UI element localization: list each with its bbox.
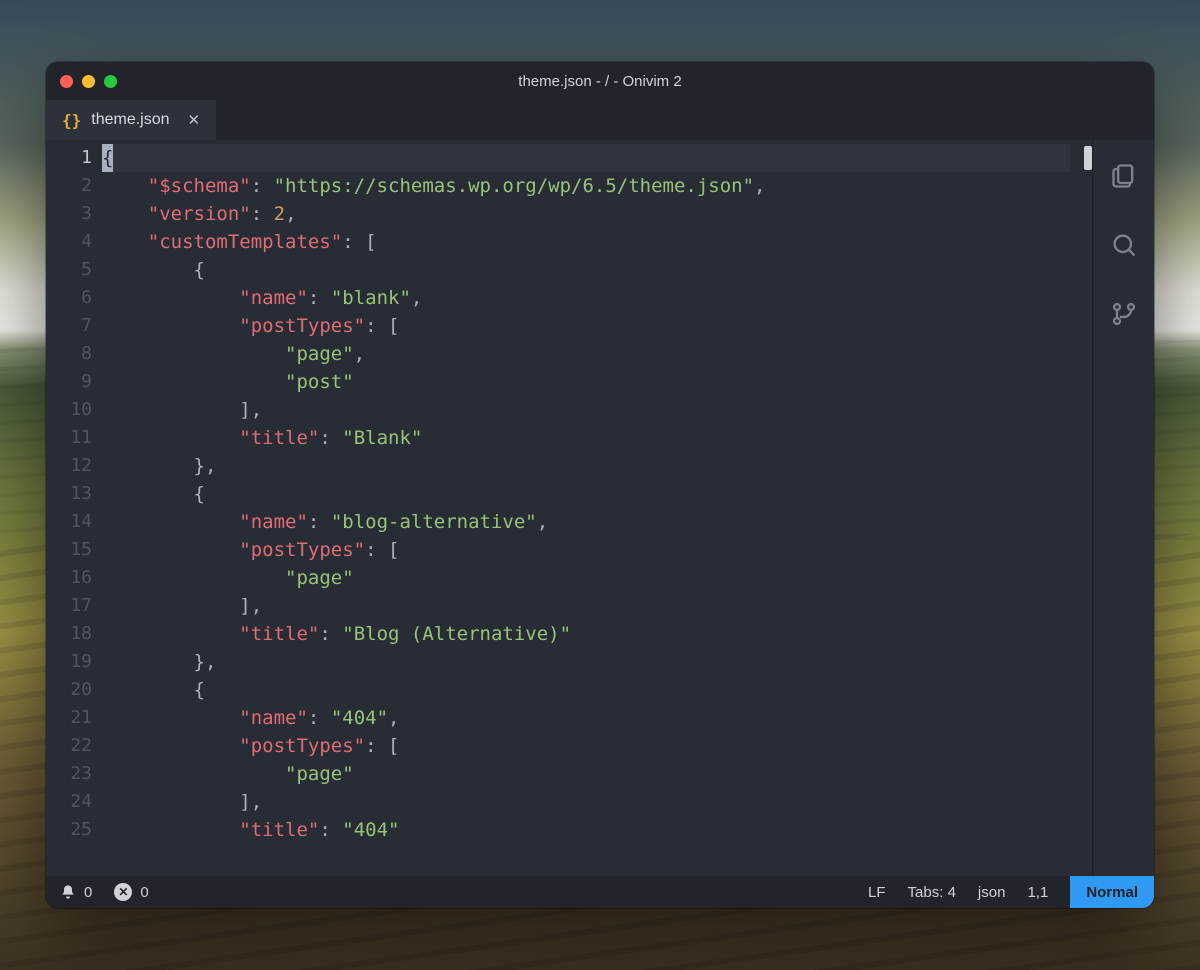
line-number: 12 xyxy=(46,452,92,480)
code-line[interactable]: "page", xyxy=(102,340,1070,368)
line-number: 19 xyxy=(46,648,92,676)
line-number: 21 xyxy=(46,704,92,732)
titlebar: theme.json - / - Onivim 2 xyxy=(46,62,1154,100)
line-number: 10 xyxy=(46,396,92,424)
code-editor[interactable]: { "$schema": "https://schemas.wp.org/wp/… xyxy=(102,140,1070,876)
code-line[interactable]: "title": "Blank" xyxy=(102,424,1070,452)
code-line[interactable]: "name": "blog-alternative", xyxy=(102,508,1070,536)
minimap[interactable] xyxy=(1070,140,1092,876)
notifications-indicator[interactable]: 0 xyxy=(60,884,92,901)
bell-icon xyxy=(60,884,76,900)
line-number: 22 xyxy=(46,732,92,760)
line-number: 6 xyxy=(46,284,92,312)
code-line[interactable]: "postTypes": [ xyxy=(102,732,1070,760)
line-number: 3 xyxy=(46,200,92,228)
line-number: 17 xyxy=(46,592,92,620)
close-icon[interactable] xyxy=(60,75,73,88)
eol-indicator[interactable]: LF xyxy=(868,884,886,901)
code-line[interactable]: ], xyxy=(102,592,1070,620)
tab-theme-json[interactable]: {} theme.json ✕ xyxy=(46,100,217,140)
tabs-indicator[interactable]: Tabs: 4 xyxy=(908,884,956,901)
code-line[interactable]: "title": "404" xyxy=(102,816,1070,844)
minimize-icon[interactable] xyxy=(82,75,95,88)
cursor: { xyxy=(102,144,113,172)
apps-icon[interactable] xyxy=(1110,369,1138,402)
git-branch-icon[interactable] xyxy=(1110,300,1138,333)
line-number: 16 xyxy=(46,564,92,592)
errors-indicator[interactable]: ✕ 0 xyxy=(114,883,148,901)
code-line[interactable]: ], xyxy=(102,788,1070,816)
search-icon[interactable] xyxy=(1110,231,1138,264)
tab-label: theme.json xyxy=(91,111,169,129)
minimap-thumb[interactable] xyxy=(1084,146,1092,170)
code-line[interactable]: }, xyxy=(102,452,1070,480)
cursor-position[interactable]: 1,1 xyxy=(1027,884,1048,901)
code-line[interactable]: "title": "Blog (Alternative)" xyxy=(102,620,1070,648)
maximize-icon[interactable] xyxy=(104,75,117,88)
code-line[interactable]: "name": "blank", xyxy=(102,284,1070,312)
code-line[interactable]: "name": "404", xyxy=(102,704,1070,732)
line-number: 2 xyxy=(46,172,92,200)
code-line[interactable]: "postTypes": [ xyxy=(102,312,1070,340)
close-tab-icon[interactable]: ✕ xyxy=(188,111,201,129)
code-line[interactable]: "page" xyxy=(102,564,1070,592)
code-line[interactable]: { xyxy=(102,144,1070,172)
code-line[interactable]: "post" xyxy=(102,368,1070,396)
editor-area[interactable]: 1234567891011121314151617181920212223242… xyxy=(46,140,1092,876)
code-line[interactable]: { xyxy=(102,676,1070,704)
line-number: 24 xyxy=(46,788,92,816)
line-number-gutter: 1234567891011121314151617181920212223242… xyxy=(46,140,102,876)
code-line[interactable]: { xyxy=(102,480,1070,508)
line-number: 23 xyxy=(46,760,92,788)
status-bar: 0 ✕ 0 LF Tabs: 4 json 1,1 Normal xyxy=(46,876,1154,908)
language-indicator[interactable]: json xyxy=(978,884,1006,901)
error-count: 0 xyxy=(140,884,148,901)
activity-bar xyxy=(1092,140,1154,876)
code-line[interactable]: "page" xyxy=(102,760,1070,788)
vim-mode-indicator: Normal xyxy=(1070,876,1154,908)
line-number: 5 xyxy=(46,256,92,284)
error-icon: ✕ xyxy=(114,883,132,901)
tab-bar: {} theme.json ✕ xyxy=(46,100,1154,140)
code-line[interactable]: "version": 2, xyxy=(102,200,1070,228)
line-number: 8 xyxy=(46,340,92,368)
line-number: 25 xyxy=(46,816,92,844)
line-number: 13 xyxy=(46,480,92,508)
code-line[interactable]: { xyxy=(102,256,1070,284)
line-number: 11 xyxy=(46,424,92,452)
traffic-lights xyxy=(60,75,117,88)
files-icon[interactable] xyxy=(1110,162,1138,195)
code-line[interactable]: ], xyxy=(102,396,1070,424)
bell-count: 0 xyxy=(84,884,92,901)
line-number: 4 xyxy=(46,228,92,256)
code-line[interactable]: "postTypes": [ xyxy=(102,536,1070,564)
code-line[interactable]: }, xyxy=(102,648,1070,676)
line-number: 18 xyxy=(46,620,92,648)
line-number: 20 xyxy=(46,676,92,704)
code-line[interactable]: "customTemplates": [ xyxy=(102,228,1070,256)
braces-icon: {} xyxy=(62,111,81,130)
line-number: 9 xyxy=(46,368,92,396)
editor-window: theme.json - / - Onivim 2 {} theme.json … xyxy=(46,62,1154,908)
line-number: 14 xyxy=(46,508,92,536)
code-line[interactable]: "$schema": "https://schemas.wp.org/wp/6.… xyxy=(102,172,1070,200)
window-title: theme.json - / - Onivim 2 xyxy=(46,73,1154,90)
line-number: 15 xyxy=(46,536,92,564)
line-number: 7 xyxy=(46,312,92,340)
line-number: 1 xyxy=(46,144,92,172)
